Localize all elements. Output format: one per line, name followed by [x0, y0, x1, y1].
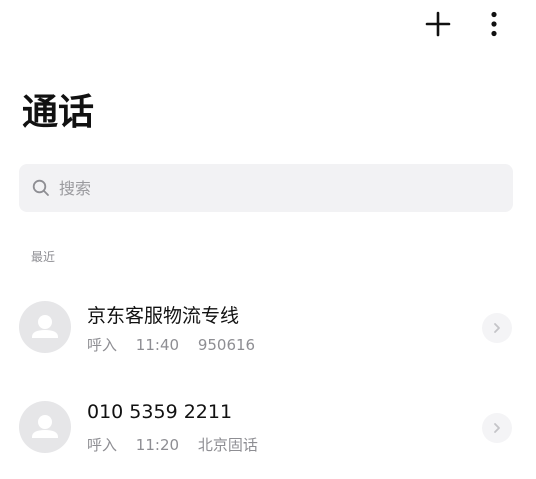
recent-section-label: 最近	[31, 250, 56, 264]
chevron-right-icon	[494, 323, 500, 333]
call-meta: 呼入 11:40 950616	[87, 334, 269, 355]
search-icon	[31, 178, 51, 198]
person-icon	[32, 415, 58, 438]
page-title: 通话	[22, 92, 95, 133]
avatar	[19, 401, 71, 453]
avatar	[19, 301, 71, 353]
details-button[interactable]	[482, 313, 512, 343]
call-log-item[interactable]: 京东客服物流专线 呼入 11:40 950616	[0, 292, 536, 362]
plus-icon	[425, 11, 451, 37]
call-direction: 呼入	[87, 336, 118, 354]
contact-name: 010 5359 2211	[87, 401, 233, 423]
vertical-ellipsis-icon	[491, 11, 497, 37]
call-meta: 呼入 11:20 北京固话	[87, 434, 272, 455]
call-time: 11:20	[135, 436, 180, 454]
person-icon	[32, 315, 58, 338]
contact-name: 京东客服物流专线	[87, 305, 240, 327]
more-options-button[interactable]	[478, 8, 510, 40]
call-detail: 北京固话	[197, 436, 258, 454]
call-time: 11:40	[135, 336, 180, 354]
call-direction: 呼入	[87, 436, 118, 454]
chevron-right-icon	[494, 423, 500, 433]
call-log-item[interactable]: 010 5359 2211 呼入 11:20 北京固话	[0, 392, 536, 462]
search-input[interactable]	[59, 172, 479, 204]
details-button[interactable]	[482, 413, 512, 443]
call-detail: 950616	[197, 336, 256, 354]
search-bar[interactable]	[19, 164, 513, 212]
calls-screen: 通话 最近 京东客服物流专线 呼入 11:40 950616	[0, 0, 536, 479]
add-button[interactable]	[422, 8, 454, 40]
